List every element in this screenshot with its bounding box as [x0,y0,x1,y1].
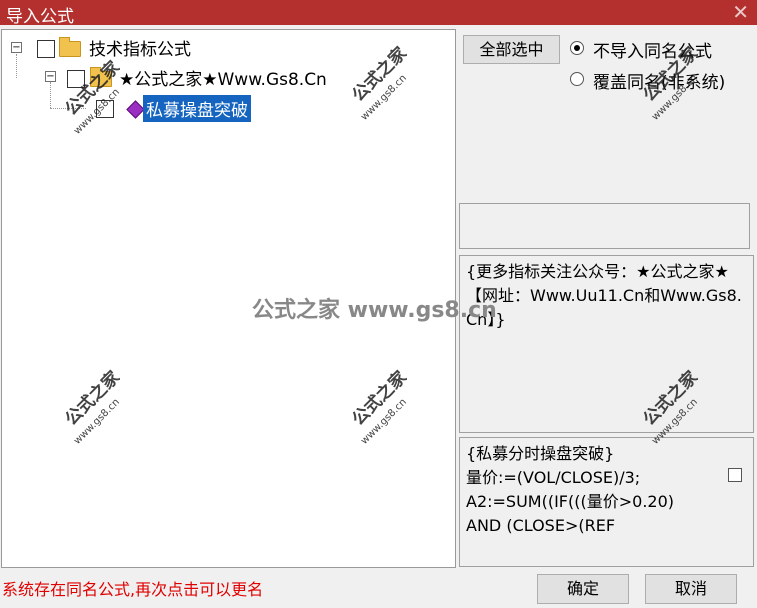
collapse-icon[interactable]: − [11,42,22,53]
tree-node-child[interactable]: ★公式之家★Www.Gs8.Cn [119,65,327,90]
window-title: 导入公式 [6,7,74,27]
root-checkbox[interactable] [37,40,55,58]
radio-overwrite[interactable] [570,72,584,86]
code-text: {私募分时操盘突破} 量价:=(VOL/CLOSE)/3; A2:=SUM((I… [466,444,675,535]
code-checkbox[interactable] [728,468,742,482]
tree-connector [50,82,51,108]
cancel-button[interactable]: 取消 [645,574,737,604]
child-checkbox[interactable] [67,70,85,88]
tree-connector [50,108,86,109]
radio-overwrite-label[interactable]: 覆盖同名(非系统) [593,68,725,93]
ok-button[interactable]: 确定 [537,574,629,604]
collapse-icon[interactable]: − [45,71,56,82]
info-text: {更多指标关注公众号：★公式之家★ 【网址：Www.Uu11.Cn和Www.Gs… [466,262,742,329]
radio-no-import-label[interactable]: 不导入同名公式 [593,37,712,62]
formula-tree[interactable]: − 技术指标公式 − ★公式之家★Www.Gs8.Cn 私募操盘突破 [1,29,456,568]
code-panel: {私募分时操盘突破} 量价:=(VOL/CLOSE)/3; A2:=SUM((I… [459,437,754,567]
select-all-button[interactable]: 全部选中 [463,35,560,64]
status-message: 系统存在同名公式,再次点击可以更名 [2,580,264,599]
tree-node-leaf[interactable]: 私募操盘突破 [143,95,251,122]
tree-node-root[interactable]: 技术指标公式 [89,35,191,60]
title-bar: 导入公式 ✕ [0,0,757,27]
folder-icon [90,67,112,87]
radio-no-import[interactable] [570,41,584,55]
leaf-checkbox[interactable] [96,100,114,118]
tree-connector [16,54,17,78]
empty-panel [459,203,750,249]
formula-icon [126,100,145,119]
watermark: 公式之家 www.gs8.cn [639,43,702,123]
folder-icon [59,37,81,57]
info-panel: {更多指标关注公众号：★公式之家★ 【网址：Www.Uu11.Cn和Www.Gs… [459,255,754,433]
close-icon[interactable]: ✕ [732,0,749,24]
